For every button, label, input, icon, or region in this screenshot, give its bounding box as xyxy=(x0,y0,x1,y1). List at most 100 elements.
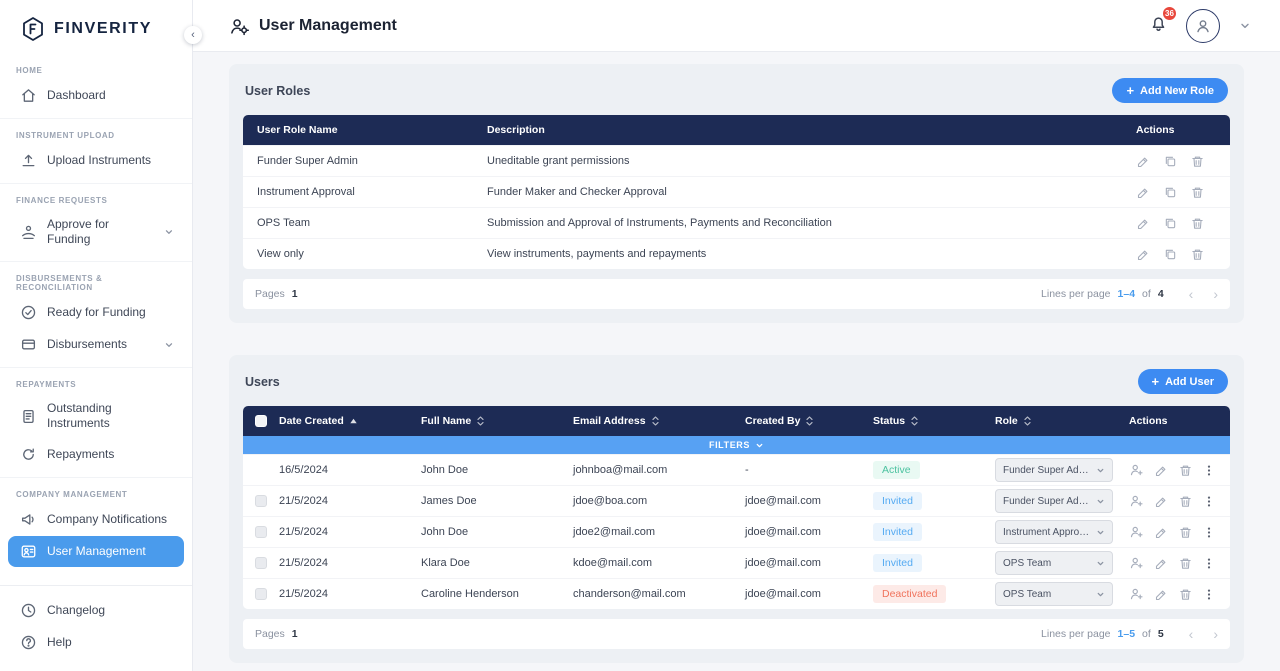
user-full-name: John Doe xyxy=(421,464,573,476)
edit-icon[interactable] xyxy=(1136,154,1151,169)
delete-icon[interactable] xyxy=(1178,587,1193,602)
plus-icon: + xyxy=(1126,84,1134,97)
sidebar-item-outstanding-instruments[interactable]: Outstanding Instruments xyxy=(8,394,184,438)
sort-icon[interactable] xyxy=(1023,415,1032,427)
resend-invite-icon[interactable] xyxy=(1129,493,1145,509)
add-user-button[interactable]: + Add User xyxy=(1138,369,1229,394)
column-date-created[interactable]: Date Created xyxy=(279,415,421,427)
delete-icon[interactable] xyxy=(1178,463,1193,478)
kebab-menu-icon[interactable] xyxy=(1202,587,1216,602)
status-badge: Active xyxy=(873,461,920,479)
edit-icon[interactable] xyxy=(1136,185,1151,200)
copy-icon[interactable] xyxy=(1163,247,1178,262)
sidebar-item-ready-for-funding[interactable]: Ready for Funding xyxy=(8,297,184,328)
sort-icon[interactable] xyxy=(910,415,919,427)
edit-icon[interactable] xyxy=(1154,556,1169,571)
row-checkbox[interactable] xyxy=(255,464,267,476)
resend-invite-icon[interactable] xyxy=(1129,586,1145,602)
sidebar-nav: HOME Dashboard INSTRUMENT UPLOAD Upload … xyxy=(0,54,192,585)
delete-icon[interactable] xyxy=(1190,185,1205,200)
kebab-menu-icon[interactable] xyxy=(1202,556,1216,571)
delete-icon[interactable] xyxy=(1190,216,1205,231)
column-status[interactable]: Status xyxy=(873,415,995,427)
notifications-button[interactable]: 36 xyxy=(1149,14,1168,38)
column-role[interactable]: Role xyxy=(995,415,1129,427)
kebab-menu-icon[interactable] xyxy=(1202,463,1216,478)
sidebar-collapse-button[interactable]: ‹ xyxy=(184,26,202,44)
row-checkbox[interactable] xyxy=(255,557,267,569)
nav-section-repayments: REPAYMENTS Outstanding Instruments Repay… xyxy=(0,368,192,478)
nav-section-disbursements: DISBURSEMENTS & RECONCILIATION Ready for… xyxy=(0,262,192,368)
content: User Roles + Add New Role User Role Name… xyxy=(193,52,1280,671)
chevron-down-icon[interactable] xyxy=(1238,19,1252,33)
edit-icon[interactable] xyxy=(1136,216,1151,231)
sidebar-item-repayments[interactable]: Repayments xyxy=(8,439,184,470)
sort-icon[interactable] xyxy=(476,415,485,427)
user-full-name: Klara Doe xyxy=(421,557,573,569)
delete-icon[interactable] xyxy=(1190,247,1205,262)
copy-icon[interactable] xyxy=(1163,216,1178,231)
select-all-checkbox[interactable] xyxy=(255,415,267,427)
megaphone-icon xyxy=(20,511,37,528)
sidebar-item-label: Ready for Funding xyxy=(47,305,146,320)
edit-icon[interactable] xyxy=(1154,587,1169,602)
next-page-button[interactable]: › xyxy=(1213,627,1218,641)
resend-invite-icon[interactable] xyxy=(1129,524,1145,540)
sort-icon[interactable] xyxy=(651,415,660,427)
add-new-role-button[interactable]: + Add New Role xyxy=(1112,78,1228,103)
role-select[interactable]: Funder Super Admin xyxy=(995,489,1113,513)
avatar[interactable] xyxy=(1186,9,1220,43)
copy-icon[interactable] xyxy=(1163,154,1178,169)
column-email-address[interactable]: Email Address xyxy=(573,415,745,427)
role-name: Funder Super Admin xyxy=(257,155,487,167)
user-date-created: 21/5/2024 xyxy=(279,526,421,538)
lines-range[interactable]: 1–5 xyxy=(1118,628,1136,640)
filters-label: FILTERS xyxy=(709,440,750,450)
delete-icon[interactable] xyxy=(1190,154,1205,169)
column-full-name[interactable]: Full Name xyxy=(421,415,573,427)
prev-page-button[interactable]: ‹ xyxy=(1189,627,1194,641)
lines-range[interactable]: 1–4 xyxy=(1118,288,1136,300)
delete-icon[interactable] xyxy=(1178,494,1193,509)
role-select[interactable]: Funder Super Admin xyxy=(995,458,1113,482)
table-row: 21/5/2024 Caroline Henderson chanderson@… xyxy=(243,578,1230,609)
column-created-by[interactable]: Created By xyxy=(745,415,873,427)
brand-logo[interactable]: FINVERITY xyxy=(0,0,192,54)
edit-icon[interactable] xyxy=(1154,494,1169,509)
delete-icon[interactable] xyxy=(1178,525,1193,540)
sort-asc-icon[interactable] xyxy=(349,417,358,425)
sidebar-item-disbursements[interactable]: Disbursements xyxy=(8,329,184,360)
sidebar-item-dashboard[interactable]: Dashboard xyxy=(8,80,184,111)
next-page-button[interactable]: › xyxy=(1213,287,1218,301)
kebab-menu-icon[interactable] xyxy=(1202,494,1216,509)
sort-icon[interactable] xyxy=(805,415,814,427)
sidebar-item-approve-for-funding[interactable]: Approve for Funding xyxy=(8,210,184,254)
row-checkbox[interactable] xyxy=(255,495,267,507)
role-select[interactable]: OPS Team xyxy=(995,551,1113,575)
delete-icon[interactable] xyxy=(1178,556,1193,571)
prev-page-button[interactable]: ‹ xyxy=(1189,287,1194,301)
column-user-role-name: User Role Name xyxy=(257,124,487,136)
sidebar-item-help[interactable]: Help xyxy=(8,627,184,658)
user-created-by: jdoe@mail.com xyxy=(745,495,873,507)
role-select[interactable]: Instrument Approval xyxy=(995,520,1113,544)
resend-invite-icon[interactable] xyxy=(1129,555,1145,571)
chevron-down-icon xyxy=(1096,466,1105,475)
sidebar-item-changelog[interactable]: Changelog xyxy=(8,595,184,626)
role-select[interactable]: OPS Team xyxy=(995,582,1113,606)
chevron-down-icon xyxy=(1096,590,1105,599)
row-checkbox[interactable] xyxy=(255,588,267,600)
row-checkbox[interactable] xyxy=(255,526,267,538)
kebab-menu-icon[interactable] xyxy=(1202,525,1216,540)
edit-icon[interactable] xyxy=(1154,463,1169,478)
edit-icon[interactable] xyxy=(1136,247,1151,262)
sidebar-item-company-notifications[interactable]: Company Notifications xyxy=(8,504,184,535)
filters-bar[interactable]: FILTERS xyxy=(243,436,1230,454)
resend-invite-icon[interactable] xyxy=(1129,462,1145,478)
repay-arrow-icon xyxy=(20,446,37,463)
copy-icon[interactable] xyxy=(1163,185,1178,200)
edit-icon[interactable] xyxy=(1154,525,1169,540)
sidebar-item-upload-instruments[interactable]: Upload Instruments xyxy=(8,145,184,176)
sidebar-item-user-management[interactable]: User Management xyxy=(8,536,184,567)
table-row: View only View instruments, payments and… xyxy=(243,238,1230,269)
